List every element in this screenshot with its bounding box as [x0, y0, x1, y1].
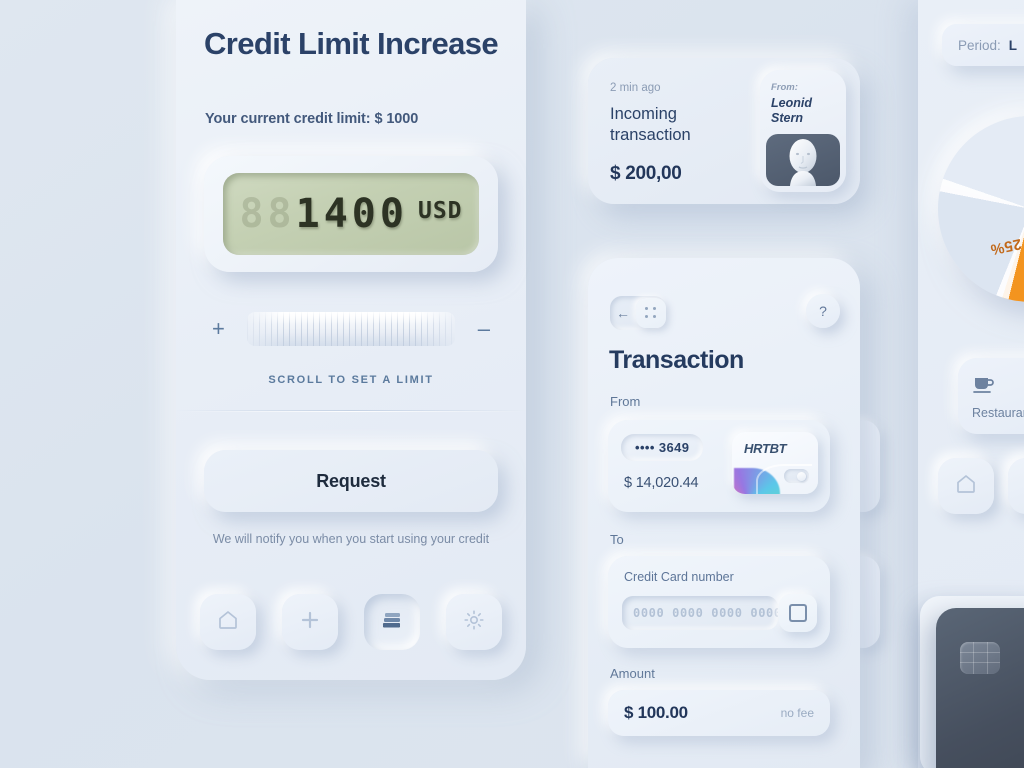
gear-icon: [462, 608, 486, 637]
amount-section-label: Amount: [610, 666, 655, 681]
app-canvas: Credit Limit Increase Your current credi…: [0, 0, 1024, 768]
from-label: From:: [771, 82, 798, 93]
destination-card: Credit Card number: [608, 556, 830, 648]
credit-card-number-input[interactable]: [622, 596, 778, 630]
cup-icon: [972, 372, 996, 399]
slider-caption: SCROLL TO SET A LIMIT: [268, 374, 434, 386]
card-brand: HRTBT: [744, 441, 787, 456]
period-value: L: [1008, 37, 1018, 53]
home-icon: [954, 472, 978, 501]
card-balance: $ 14,020.44: [624, 475, 699, 491]
card-chip-icon: [784, 469, 809, 483]
nav-cards-button[interactable]: [364, 594, 420, 650]
lcd-screen: 88 1400 USD: [223, 173, 479, 255]
incoming-transaction-card[interactable]: 2 min ago Incoming transaction $ 200,00 …: [588, 58, 860, 204]
spending-pie-chart[interactable]: 25%: [938, 116, 1024, 302]
category-label: Restaurants: [972, 406, 1024, 420]
page-title: Credit Limit Increase: [204, 26, 499, 61]
card-masked-number: •••• 3649: [621, 434, 704, 461]
back-button-group[interactable]: ←: [610, 296, 666, 330]
bottom-nav: [200, 594, 502, 652]
sender-block: From: Leonid Stern: [760, 70, 846, 192]
transaction-title: Incoming transaction: [610, 105, 691, 144]
grid-dots-icon[interactable]: [636, 298, 666, 328]
nav-home-button[interactable]: [200, 594, 256, 650]
pie-body: [938, 116, 1024, 302]
lcd-value: 1400: [295, 191, 408, 237]
notify-text: We will notify you when you start using …: [212, 532, 490, 546]
limit-slider[interactable]: + –: [204, 306, 498, 352]
panel-divider: [176, 410, 526, 412]
request-button[interactable]: Request: [204, 450, 498, 512]
period-label: Period:: [958, 37, 1001, 53]
lcd-currency: USD: [417, 198, 463, 224]
slider-track[interactable]: [247, 312, 455, 346]
current-limit-text: Your current credit limit: $ 1000: [205, 111, 419, 127]
transaction-time: 2 min ago: [610, 82, 661, 94]
dark-credit-card[interactable]: [936, 608, 1024, 768]
sender-name: Leonid Stern: [771, 96, 812, 125]
lcd-digit-group: 88 1400: [239, 191, 408, 237]
transaction-amount: $ 200,00: [610, 163, 682, 184]
transaction-heading: Transaction: [609, 346, 744, 374]
decrease-icon[interactable]: –: [478, 316, 490, 342]
credit-card-number-label: Credit Card number: [624, 570, 734, 584]
to-section-label: To: [610, 532, 624, 547]
analytics-bottom-nav: [938, 458, 1024, 514]
period-selector[interactable]: Period: L: [942, 24, 1024, 66]
plus-icon: [298, 608, 322, 637]
limit-display: 88 1400 USD: [204, 156, 498, 272]
emv-chip-icon: [960, 642, 1000, 674]
amount-field[interactable]: $ 100.00 no fee: [608, 690, 830, 736]
nav-settings-button[interactable]: [446, 594, 502, 650]
avatar: [766, 134, 840, 186]
scan-card-button[interactable]: [779, 594, 817, 632]
fee-note: no fee: [780, 706, 814, 720]
amount-value: $ 100.00: [624, 703, 688, 722]
from-section-label: From: [610, 394, 641, 409]
card-thumbnail: HRTBT: [732, 432, 818, 494]
analytics-nav-add-button[interactable]: [1008, 458, 1024, 514]
increase-icon[interactable]: +: [212, 316, 225, 342]
home-icon: [216, 608, 240, 637]
nav-add-button[interactable]: [282, 594, 338, 650]
lcd-ghost-digits: 88: [239, 191, 296, 237]
help-button[interactable]: ?: [806, 294, 840, 328]
transaction-panel: ← ? Transaction From •••• 3649 $ 14,020.…: [588, 258, 860, 768]
scan-frame-icon: [789, 604, 798, 613]
source-card[interactable]: •••• 3649 $ 14,020.44 HRTBT: [608, 420, 830, 512]
category-card-restaurants[interactable]: Restaurants: [958, 358, 1024, 434]
back-arrow-icon[interactable]: ←: [610, 305, 636, 321]
analytics-nav-home-button[interactable]: [938, 458, 994, 514]
cards-icon: [379, 607, 405, 638]
